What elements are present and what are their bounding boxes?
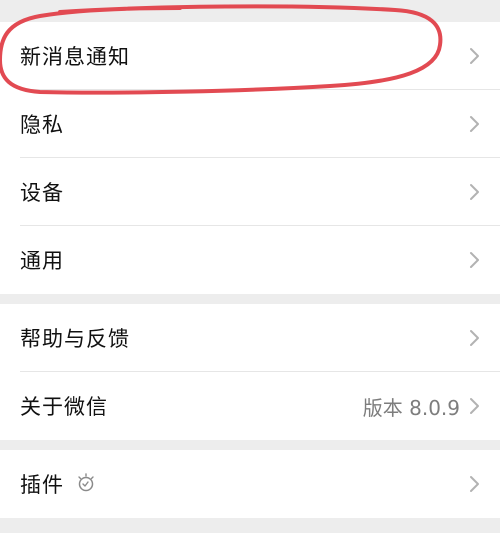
settings-item-label: 设备 — [20, 181, 64, 205]
settings-item-label: 关于微信 — [20, 395, 108, 419]
bulb-icon — [78, 473, 94, 492]
settings-item-notifications[interactable]: 新消息通知 — [0, 22, 500, 90]
settings-item-help-feedback[interactable]: 帮助与反馈 — [0, 304, 500, 372]
chevron-right-icon — [470, 184, 479, 200]
settings-group-main: 新消息通知 隐私 设备 通用 — [0, 22, 500, 294]
settings-item-label: 通用 — [20, 249, 64, 273]
settings-item-label: 插件 — [20, 473, 64, 497]
settings-item-general[interactable]: 通用 — [0, 226, 500, 294]
settings-item-label: 隐私 — [20, 113, 64, 137]
chevron-right-icon — [470, 116, 479, 132]
version-value: 版本 8.0.9 — [362, 395, 460, 420]
chevron-right-icon — [470, 252, 479, 268]
settings-item-privacy[interactable]: 隐私 — [0, 90, 500, 158]
chevron-right-icon — [470, 48, 479, 64]
settings-item-plugins[interactable]: 插件 — [0, 450, 500, 518]
settings-item-about[interactable]: 关于微信 版本 8.0.9 — [0, 372, 500, 440]
settings-page: 新消息通知 隐私 设备 通用 帮助与反馈 关于微信 版本 8.0.9 插件 — [0, 0, 500, 533]
settings-item-devices[interactable]: 设备 — [0, 158, 500, 226]
settings-item-label: 帮助与反馈 — [20, 327, 130, 351]
settings-group-plugins: 插件 — [0, 450, 500, 518]
chevron-right-icon — [470, 330, 479, 346]
settings-item-label: 新消息通知 — [20, 45, 130, 69]
chevron-right-icon — [470, 398, 479, 414]
chevron-right-icon — [470, 476, 479, 492]
settings-group-help: 帮助与反馈 关于微信 版本 8.0.9 — [0, 304, 500, 440]
